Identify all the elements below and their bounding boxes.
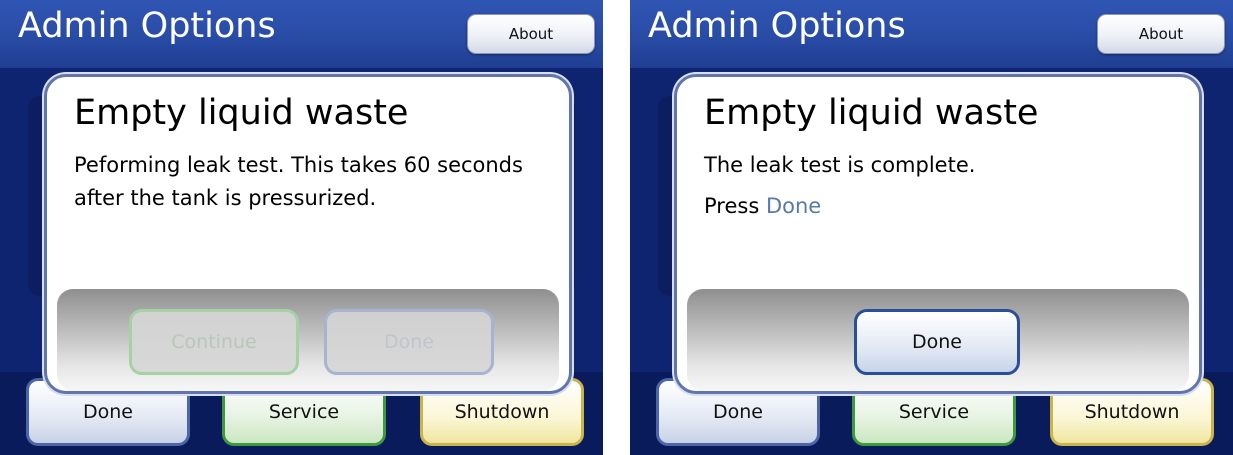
about-button[interactable]: About	[467, 14, 595, 54]
modal-dialog: Empty liquid waste The leak test is comp…	[674, 74, 1202, 394]
press-prefix: Press	[704, 194, 760, 218]
about-button[interactable]: About	[1097, 14, 1225, 54]
dialog-message: Peforming leak test. This takes 60 secon…	[74, 153, 523, 210]
continue-button[interactable]: Continue	[129, 309, 299, 375]
screen-leak-test-complete: Admin Options About Done Service Shutdow…	[630, 0, 1233, 455]
done-reference: Done	[765, 194, 822, 218]
page-title: Admin Options	[18, 6, 276, 46]
dialog-instruction: Press Done	[704, 192, 821, 220]
screen-leak-test-in-progress: Admin Options About Done Service Shutdow…	[0, 0, 603, 455]
dialog-message: The leak test is complete.	[704, 153, 976, 177]
dialog-done-button[interactable]: Done	[324, 309, 494, 375]
header-bar: Admin Options About	[630, 0, 1233, 68]
dialog-done-button[interactable]: Done	[854, 309, 1020, 375]
header-bar: Admin Options About	[0, 0, 603, 68]
modal-dialog: Empty liquid waste Peforming leak test. …	[44, 74, 572, 394]
dialog-title: Empty liquid waste	[74, 93, 409, 133]
page-title: Admin Options	[648, 6, 906, 46]
dialog-title: Empty liquid waste	[704, 93, 1039, 133]
